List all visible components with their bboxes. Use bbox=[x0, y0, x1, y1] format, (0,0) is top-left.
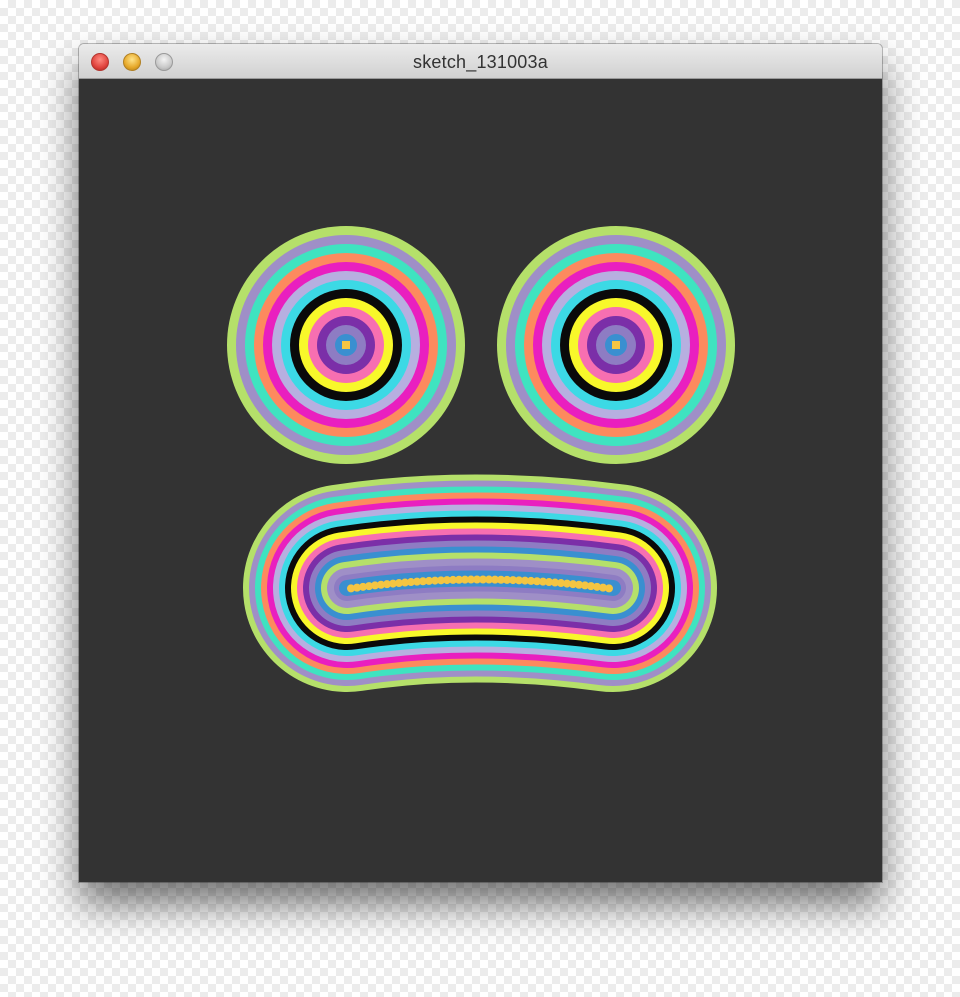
left-eye-center bbox=[342, 341, 350, 349]
sketch-window: sketch_131003a bbox=[79, 44, 882, 882]
face-drawing bbox=[227, 226, 735, 692]
sketch-canvas[interactable] bbox=[79, 79, 882, 882]
left-eye-rings bbox=[227, 226, 465, 464]
title-bar[interactable]: sketch_131003a bbox=[79, 44, 882, 79]
mouth-rings bbox=[243, 474, 717, 692]
window-title: sketch_131003a bbox=[413, 52, 548, 72]
mouth-center-dot bbox=[605, 584, 613, 593]
right-eye-rings bbox=[497, 226, 735, 464]
right-eye-center bbox=[612, 341, 620, 349]
